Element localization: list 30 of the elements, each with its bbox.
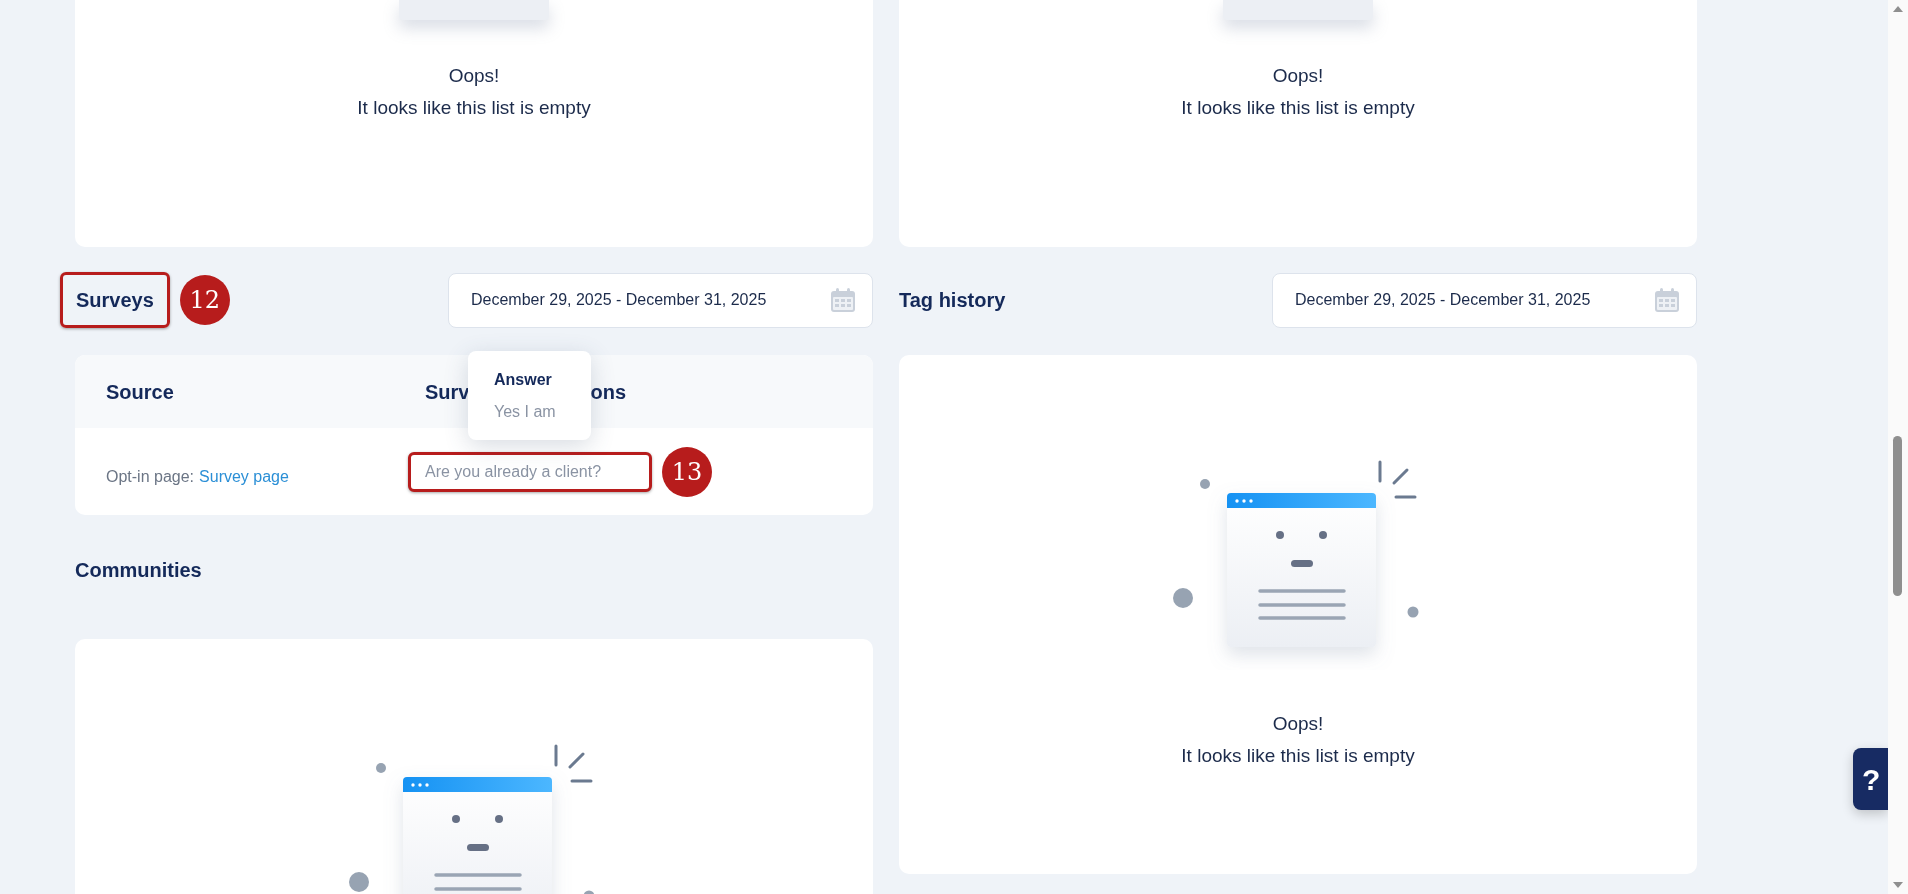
section-heading: Surveys — [76, 288, 154, 313]
scroll-down-icon[interactable] — [1893, 882, 1903, 888]
source-label: Opt-in page: — [106, 466, 195, 487]
tooltip-title: Answer — [494, 369, 553, 390]
empty-message: It looks like this list is empty — [1181, 96, 1415, 120]
date-range-text: December 29, 2025 - December 31, 2025 — [471, 290, 767, 310]
column-header: ons — [590, 379, 627, 405]
scrollbar-thumb[interactable] — [1893, 436, 1902, 596]
annotation-badge: 12 — [179, 275, 230, 325]
calendar-icon — [830, 287, 856, 313]
calendar-icon — [1654, 287, 1680, 313]
date-range-text: December 29, 2025 - December 31, 2025 — [1295, 290, 1591, 310]
empty-title: Oops! — [1272, 712, 1324, 736]
date-range-picker[interactable]: December 29, 2025 - December 31, 2025 — [448, 272, 873, 328]
column-header: Source — [106, 379, 174, 405]
empty-title: Oops! — [448, 64, 500, 88]
empty-message: It looks like this list is empty — [357, 96, 591, 120]
empty-title: Oops! — [1272, 64, 1324, 88]
scroll-up-icon[interactable] — [1893, 6, 1903, 12]
question-text: Are you already a client? — [425, 461, 602, 482]
annotation-badge: 13 — [662, 446, 712, 497]
column-header: Surv — [425, 379, 470, 405]
section-heading: Tag history — [899, 288, 1006, 313]
tooltip-text: Yes I am — [494, 401, 557, 422]
help-button[interactable]: ? — [1853, 748, 1888, 810]
survey-page-link[interactable]: Survey page — [199, 464, 289, 489]
empty-message: It looks like this list is empty — [1181, 744, 1415, 768]
section-heading: Communities — [75, 558, 203, 583]
scrollbar[interactable] — [1888, 0, 1908, 894]
date-range-picker[interactable]: December 29, 2025 - December 31, 2025 — [1272, 272, 1697, 328]
